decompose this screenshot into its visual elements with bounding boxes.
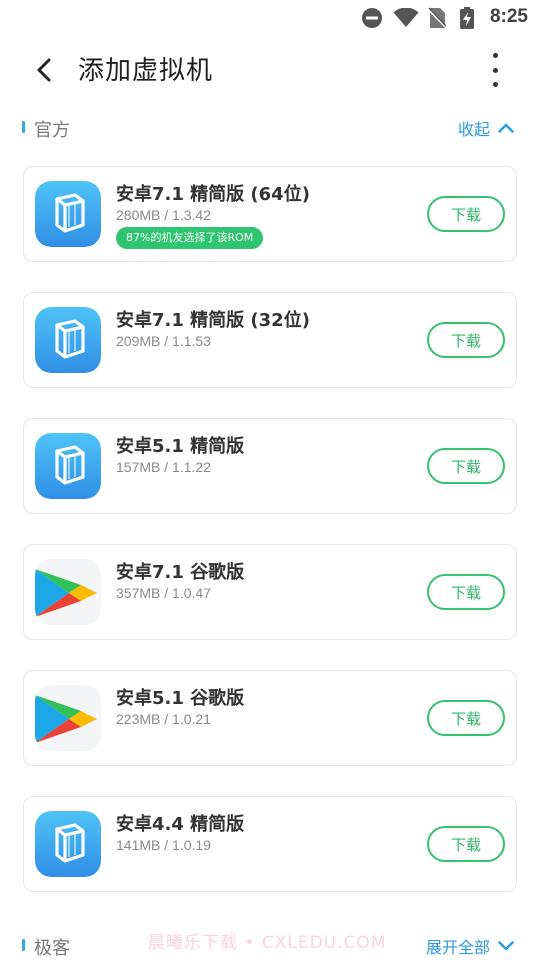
rom-name: 安卓5.1 谷歌版: [116, 688, 245, 709]
rom-card[interactable]: 安卓7.1 谷歌版 357MB / 1.0.47 下载: [23, 544, 517, 640]
rom-card[interactable]: 安卓7.1 精简版 (32位) 209MB / 1.1.53 下载: [23, 292, 517, 388]
expand-label: 展开全部: [425, 938, 490, 957]
vm-cube-icon: [35, 811, 101, 877]
rom-card[interactable]: 安卓7.1 精简版 (64位) 280MB / 1.3.42 87%的机友选择了该R…: [23, 166, 517, 262]
google-play-icon: [35, 685, 101, 751]
back-button[interactable]: [26, 52, 62, 88]
rom-name: 安卓7.1 精简版 (64位): [116, 184, 310, 205]
no-sim-icon: [426, 7, 448, 29]
vm-cube-icon: [35, 181, 101, 247]
more-options-button[interactable]: [480, 50, 510, 90]
dnd-icon: [360, 7, 384, 29]
rom-size-version: 157MB / 1.1.22: [116, 459, 211, 475]
download-button[interactable]: 下载: [427, 700, 505, 736]
rom-card[interactable]: 安卓5.1 谷歌版 223MB / 1.0.21 下载: [23, 670, 517, 766]
chevron-down-icon: [498, 941, 514, 951]
section-title: 极客: [34, 938, 70, 959]
popularity-badge: 87%的机友选择了该ROM: [116, 227, 264, 249]
download-button[interactable]: 下载: [427, 448, 505, 484]
watermark: 晨曦乐下载 • CXLEDU.COM: [148, 933, 387, 953]
page-title: 添加虚拟机: [78, 56, 214, 86]
section-title: 官方: [34, 120, 70, 141]
rom-size-version: 209MB / 1.1.53: [116, 333, 211, 349]
download-button[interactable]: 下载: [427, 826, 505, 862]
chevron-up-icon: [498, 123, 514, 133]
vm-cube-icon: [35, 307, 101, 373]
rom-card[interactable]: 安卓5.1 精简版 157MB / 1.1.22 下载: [23, 418, 517, 514]
battery-charging-icon: [458, 7, 476, 29]
rom-name: 安卓7.1 精简版 (32位): [116, 310, 310, 331]
collapse-label: 收起: [457, 120, 490, 139]
collapse-toggle[interactable]: 收起: [458, 116, 514, 140]
rom-size-version: 141MB / 1.0.19: [116, 837, 211, 853]
download-button[interactable]: 下载: [427, 574, 505, 610]
app-header: 添加虚拟机: [0, 36, 540, 104]
back-arrow-icon: [37, 58, 51, 82]
rom-size-version: 223MB / 1.0.21: [116, 711, 211, 727]
section-marker: [22, 121, 25, 133]
vm-cube-icon: [35, 433, 101, 499]
rom-name: 安卓4.4 精简版: [116, 814, 245, 835]
google-play-icon: [35, 559, 101, 625]
wifi-icon: [392, 7, 420, 29]
section-marker: [22, 939, 25, 951]
more-vertical-icon: [492, 53, 498, 58]
rom-card[interactable]: 安卓4.4 精简版 141MB / 1.0.19 下载: [23, 796, 517, 892]
status-time: 8:25: [489, 6, 528, 27]
rom-size-version: 280MB / 1.3.42: [116, 207, 211, 223]
status-bar: 8:25: [0, 0, 540, 36]
download-button[interactable]: 下载: [427, 322, 505, 358]
rom-name: 安卓7.1 谷歌版: [116, 562, 245, 583]
rom-size-version: 357MB / 1.0.47: [116, 585, 211, 601]
download-button[interactable]: 下载: [427, 196, 505, 232]
section-header-official: 官方 收起: [0, 108, 540, 148]
rom-name: 安卓5.1 精简版: [116, 436, 245, 457]
expand-all-toggle[interactable]: 展开全部: [426, 934, 514, 958]
